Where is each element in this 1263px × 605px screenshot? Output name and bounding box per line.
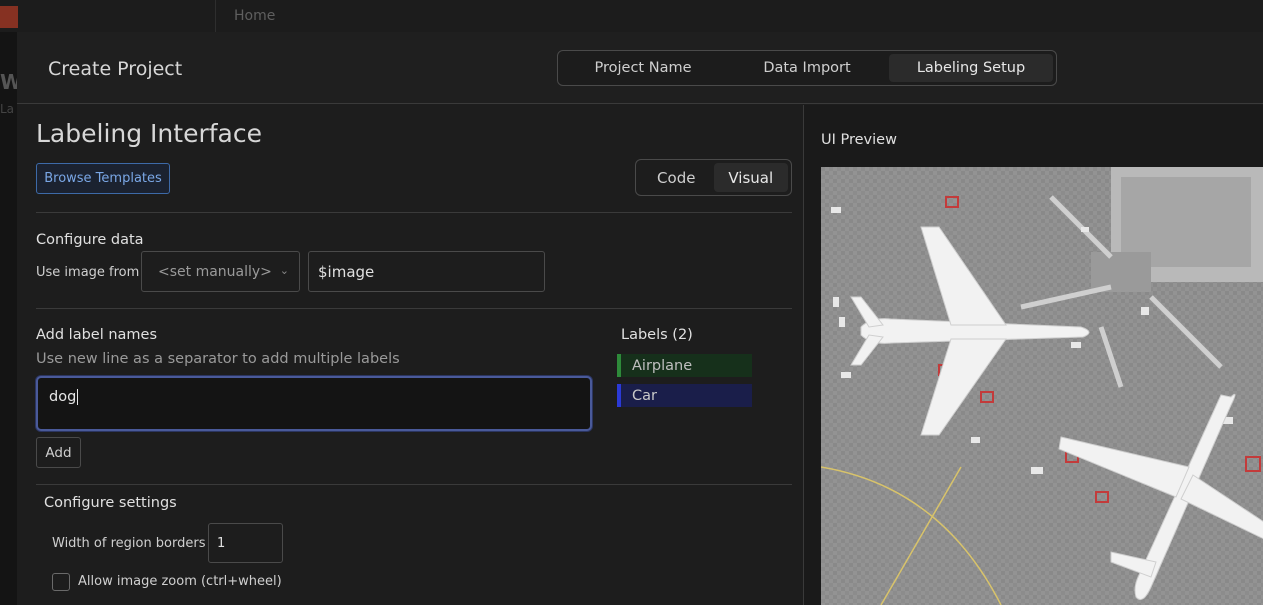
labeling-interface-title: Labeling Interface bbox=[36, 119, 262, 148]
configure-settings-title: Configure settings bbox=[44, 495, 177, 511]
divider bbox=[36, 484, 792, 485]
region-border-width-label: Width of region borders bbox=[52, 536, 206, 551]
label-item-airplane[interactable]: Airplane bbox=[617, 354, 752, 377]
image-source-input[interactable]: $image bbox=[308, 251, 545, 292]
allow-zoom-label: Allow image zoom (ctrl+wheel) bbox=[78, 574, 282, 589]
preview-image[interactable] bbox=[821, 167, 1263, 605]
add-label-names-title: Add label names bbox=[36, 327, 158, 343]
add-labels-help-text: Use new line as a separator to add multi… bbox=[36, 351, 400, 367]
configure-data-title: Configure data bbox=[36, 232, 144, 248]
allow-zoom-checkbox[interactable] bbox=[52, 573, 70, 591]
modal-title: Create Project bbox=[48, 58, 183, 80]
airport-aerial-image bbox=[821, 167, 1263, 605]
step-tabs: Project Name Data Import Labeling Setup bbox=[557, 50, 1057, 86]
app-logo bbox=[0, 6, 18, 28]
use-image-from-label: Use image from bbox=[36, 265, 140, 280]
text-caret bbox=[77, 389, 79, 405]
labels-list-title: Labels (2) bbox=[621, 327, 693, 343]
divider bbox=[36, 212, 792, 213]
create-project-modal: Create Project Project Name Data Import … bbox=[17, 32, 1263, 605]
region-border-width-input[interactable]: 1 bbox=[208, 523, 283, 563]
visual-view-button[interactable]: Visual bbox=[713, 163, 788, 192]
tab-data-import[interactable]: Data Import bbox=[725, 54, 889, 82]
modal-header: Create Project Project Name Data Import … bbox=[17, 32, 1263, 104]
view-mode-toggle: Code Visual bbox=[635, 159, 792, 196]
browse-templates-button[interactable]: Browse Templates bbox=[36, 163, 170, 194]
breadcrumb-home: Home bbox=[234, 8, 276, 24]
background-subtext: La bbox=[0, 102, 15, 116]
label-names-textarea[interactable]: dog bbox=[36, 376, 592, 431]
ui-preview-pane: UI Preview bbox=[803, 105, 1263, 605]
top-bar bbox=[0, 0, 1263, 32]
chevron-down-icon: ⌄ bbox=[279, 264, 289, 277]
label-names-textarea-value: dog bbox=[49, 389, 77, 405]
tab-labeling-setup[interactable]: Labeling Setup bbox=[889, 54, 1053, 82]
divider bbox=[36, 308, 792, 309]
code-view-button[interactable]: Code bbox=[639, 163, 714, 192]
add-label-button[interactable]: Add bbox=[36, 437, 81, 468]
image-source-select[interactable]: <set manually> ⌄ bbox=[141, 251, 300, 292]
label-item-car[interactable]: Car bbox=[617, 384, 752, 407]
top-bar-divider bbox=[215, 0, 216, 32]
tab-project-name[interactable]: Project Name bbox=[561, 54, 725, 82]
ui-preview-title: UI Preview bbox=[821, 132, 897, 148]
image-source-select-value: <set manually> bbox=[158, 263, 272, 280]
labeling-config-pane: Labeling Interface Browse Templates Code… bbox=[17, 105, 804, 605]
